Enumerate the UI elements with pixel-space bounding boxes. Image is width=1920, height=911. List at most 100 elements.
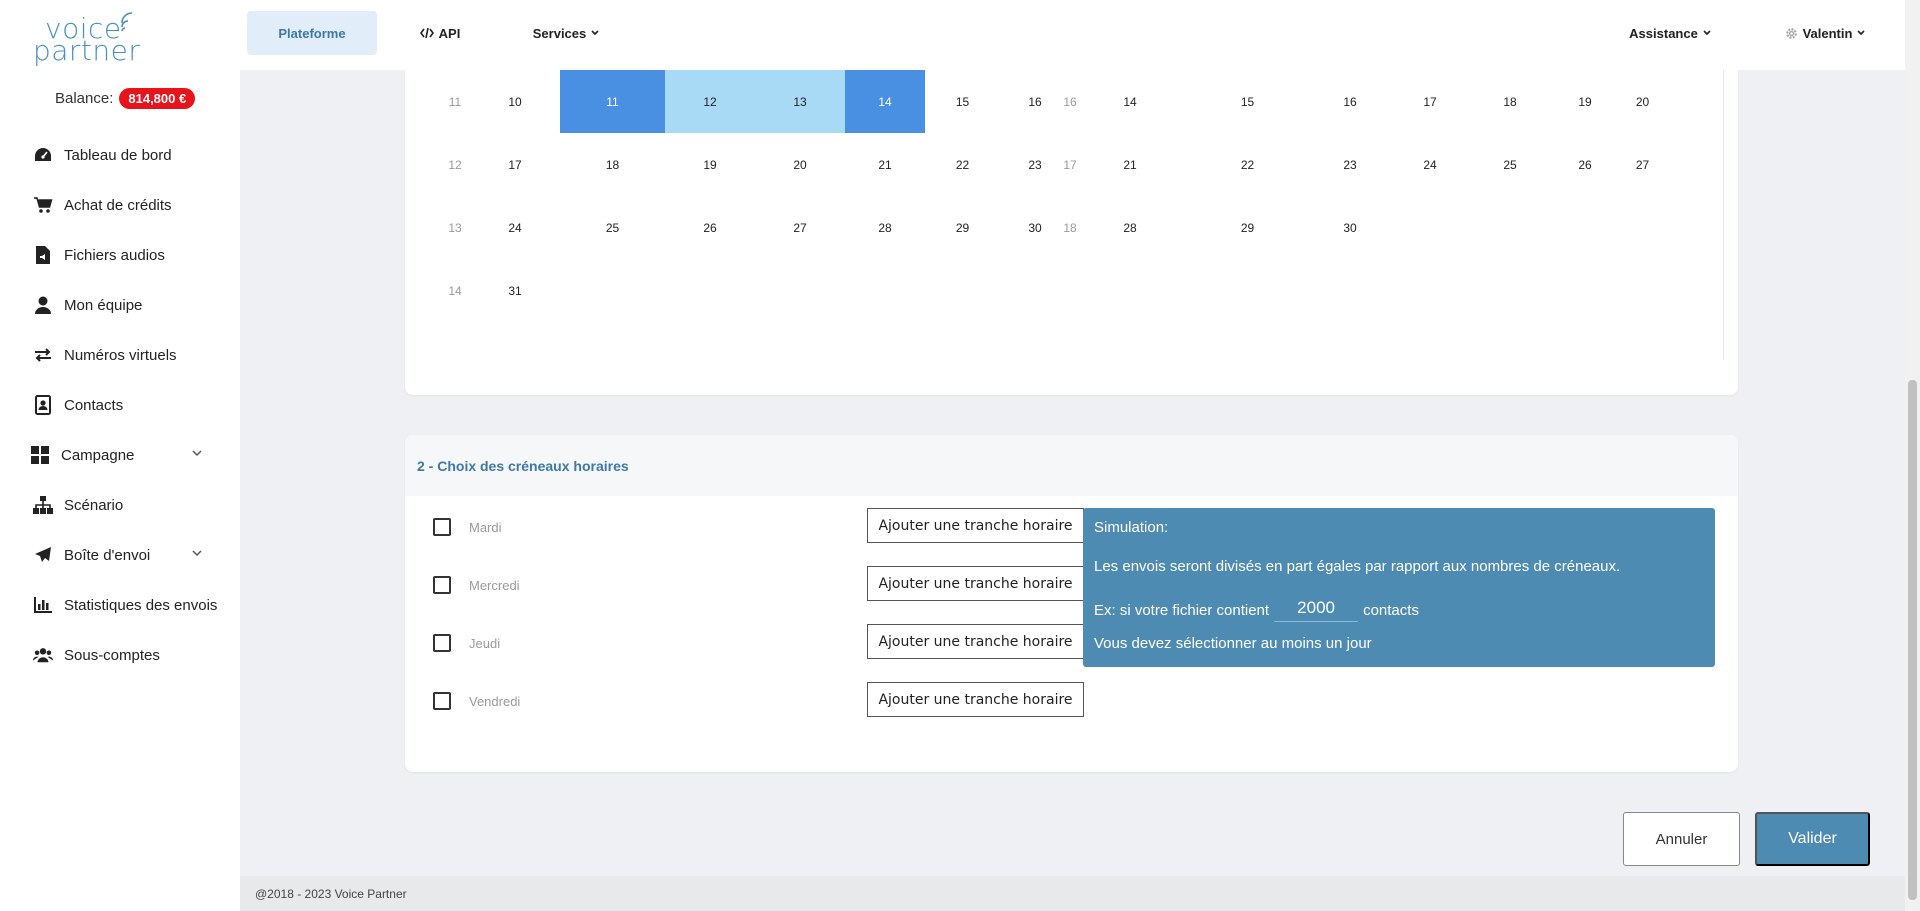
day-label: Jeudi — [469, 636, 501, 651]
grid-icon — [30, 445, 50, 465]
calendar-day[interactable]: 22 — [925, 133, 1000, 196]
sidebar-item-contacts[interactable]: Contacts — [0, 380, 240, 430]
sidebar-item-fichiers-audios[interactable]: Fichiers audios — [0, 230, 240, 280]
calendar-day[interactable]: 11 — [560, 70, 665, 133]
day-checkbox-mercredi[interactable] — [433, 576, 451, 594]
add-time-slot-button[interactable]: Ajouter une tranche horaire — [867, 624, 1084, 659]
calendar-day[interactable]: 18 — [560, 133, 665, 196]
sidebar-item-label: Numéros virtuels — [64, 346, 177, 364]
simulation-example-prefix: Ex: si votre fichier contient — [1094, 601, 1270, 619]
scrollbar-thumb[interactable] — [1908, 380, 1917, 900]
sidebar-item-label: Boîte d'envoi — [64, 546, 151, 564]
calendar-day[interactable]: 25 — [1465, 133, 1555, 196]
day-row-jeudi: Jeudi Ajouter une tranche horaire — [429, 624, 1084, 660]
sidebar-menu: Tableau de bord Achat de crédits Fichier… — [0, 130, 240, 680]
sidebar-item-label: Contacts — [64, 396, 124, 414]
logo-text-line2: partner — [33, 34, 141, 67]
calendar-day[interactable]: 17 — [1395, 70, 1465, 133]
contacts-count-input[interactable]: 2000 — [1274, 598, 1359, 622]
calendar-day[interactable]: 23 — [1305, 133, 1395, 196]
nav-tab-services[interactable]: Services — [526, 11, 606, 55]
calendar-day[interactable]: 22 — [1190, 133, 1305, 196]
validate-button[interactable]: Valider — [1755, 812, 1870, 866]
nav-assistance-dropdown[interactable]: Assistance — [1625, 11, 1715, 55]
page-scrollbar[interactable] — [1905, 0, 1920, 911]
add-time-slot-button[interactable]: Ajouter une tranche horaire — [867, 682, 1084, 717]
calendar-day[interactable]: 10 — [475, 70, 555, 133]
time-slots-title: 2 - Choix des créneaux horaires — [405, 435, 1738, 496]
calendar-day[interactable]: 16 — [1305, 70, 1395, 133]
calendar-day[interactable]: 28 — [1070, 196, 1190, 259]
sidebar-item-mon-equipe[interactable]: Mon équipe — [0, 280, 240, 330]
calendar-day[interactable]: 26 — [1555, 133, 1615, 196]
day-checkbox-vendredi[interactable] — [433, 692, 451, 710]
calendar-day[interactable]: 28 — [845, 196, 925, 259]
voice-partner-logo[interactable]: voice partner — [33, 8, 143, 67]
nav-tab-api[interactable]: API — [410, 11, 470, 55]
calendar-day[interactable]: 15 — [1190, 70, 1305, 133]
cancel-button[interactable]: Annuler — [1623, 812, 1740, 866]
calendar-week-number: 11 — [448, 94, 462, 109]
nav-tab-plateforme[interactable]: Plateforme — [247, 11, 377, 55]
calendar-day[interactable]: 29 — [925, 196, 1000, 259]
day-checkbox-jeudi[interactable] — [433, 634, 451, 652]
calendar-day[interactable]: 27 — [755, 196, 845, 259]
sidebar-item-label: Scénario — [64, 496, 124, 514]
calendar-day[interactable]: 20 — [1615, 70, 1670, 133]
sidebar-item-tableau-de-bord[interactable]: Tableau de bord — [0, 130, 240, 180]
dashboard-icon — [33, 145, 53, 165]
calendar-day[interactable]: 14 — [845, 70, 925, 133]
calendar-divider — [1723, 70, 1724, 360]
code-icon — [419, 28, 434, 38]
gear-icon — [1785, 27, 1797, 39]
day-label: Mardi — [469, 520, 502, 535]
time-slots-card: 2 - Choix des créneaux horaires Mardi Aj… — [405, 435, 1738, 772]
nav-user-dropdown[interactable]: Valentin — [1780, 11, 1870, 55]
calendar-day[interactable]: 12 — [665, 70, 755, 133]
sidebar-item-label: Campagne — [61, 446, 135, 464]
calendar-day[interactable]: 15 — [925, 70, 1000, 133]
sidebar-item-achat-de-credits[interactable]: Achat de crédits — [0, 180, 240, 230]
nav-user-label: Valentin — [1802, 25, 1853, 41]
sidebar-item-campagne[interactable]: Campagne — [0, 430, 240, 480]
balance-label: Balance: — [55, 90, 114, 107]
calendar-day[interactable]: 19 — [1555, 70, 1615, 133]
balance: Balance: 814,800 € — [55, 88, 196, 109]
sidebar-item-numeros-virtuels[interactable]: Numéros virtuels — [0, 330, 240, 380]
calendar-day[interactable]: 31 — [475, 259, 555, 322]
calendar-day[interactable]: 30 — [1305, 196, 1395, 259]
calendar-day[interactable]: 18 — [1465, 70, 1555, 133]
calendar-day[interactable]: 19 — [665, 133, 755, 196]
calendar-day[interactable]: 24 — [1395, 133, 1465, 196]
sidebar-item-statistiques-des-envois[interactable]: Statistiques des envois — [0, 580, 240, 630]
footer: @2018 - 2023 Voice Partner — [240, 876, 1905, 911]
calendar-day[interactable]: 21 — [1070, 133, 1190, 196]
calendar-day[interactable]: 25 — [560, 196, 665, 259]
calendar-day[interactable]: 26 — [665, 196, 755, 259]
calendar-day[interactable]: 24 — [475, 196, 555, 259]
sidebar-item-boite-d-envoi[interactable]: Boîte d'envoi — [0, 530, 240, 580]
calendar-day[interactable]: 14 — [1070, 70, 1190, 133]
sidebar-item-sous-comptes[interactable]: Sous-comptes — [0, 630, 240, 680]
sidebar-item-scenario[interactable]: Scénario — [0, 480, 240, 530]
day-label: Vendredi — [469, 694, 521, 709]
sidebar-item-label: Statistiques des envois — [64, 596, 218, 614]
calendar-day[interactable]: 13 — [755, 70, 845, 133]
calendar-day[interactable]: 27 — [1615, 133, 1670, 196]
sidebar-item-label: Achat de crédits — [64, 196, 172, 214]
simulation-warning: Vous devez sélectionner au moins un jour — [1094, 635, 1372, 652]
exchange-icon — [33, 345, 53, 365]
add-time-slot-button[interactable]: Ajouter une tranche horaire — [867, 508, 1084, 543]
calendar-day[interactable]: 21 — [845, 133, 925, 196]
add-time-slot-button[interactable]: Ajouter une tranche horaire — [867, 566, 1084, 601]
simulation-panel: Simulation: Les envois seront divisés en… — [1083, 508, 1715, 667]
calendar-day[interactable]: 17 — [475, 133, 555, 196]
simulation-example-suffix: contacts — [1363, 601, 1419, 619]
calendar-day[interactable]: 29 — [1190, 196, 1305, 259]
calendar-day[interactable]: 20 — [755, 133, 845, 196]
chevron-down-icon — [1857, 30, 1865, 36]
chevron-down-icon — [591, 30, 599, 36]
day-checkbox-mardi[interactable] — [433, 518, 451, 536]
day-label: Mercredi — [469, 578, 520, 593]
sidebar-item-label: Tableau de bord — [64, 146, 172, 164]
